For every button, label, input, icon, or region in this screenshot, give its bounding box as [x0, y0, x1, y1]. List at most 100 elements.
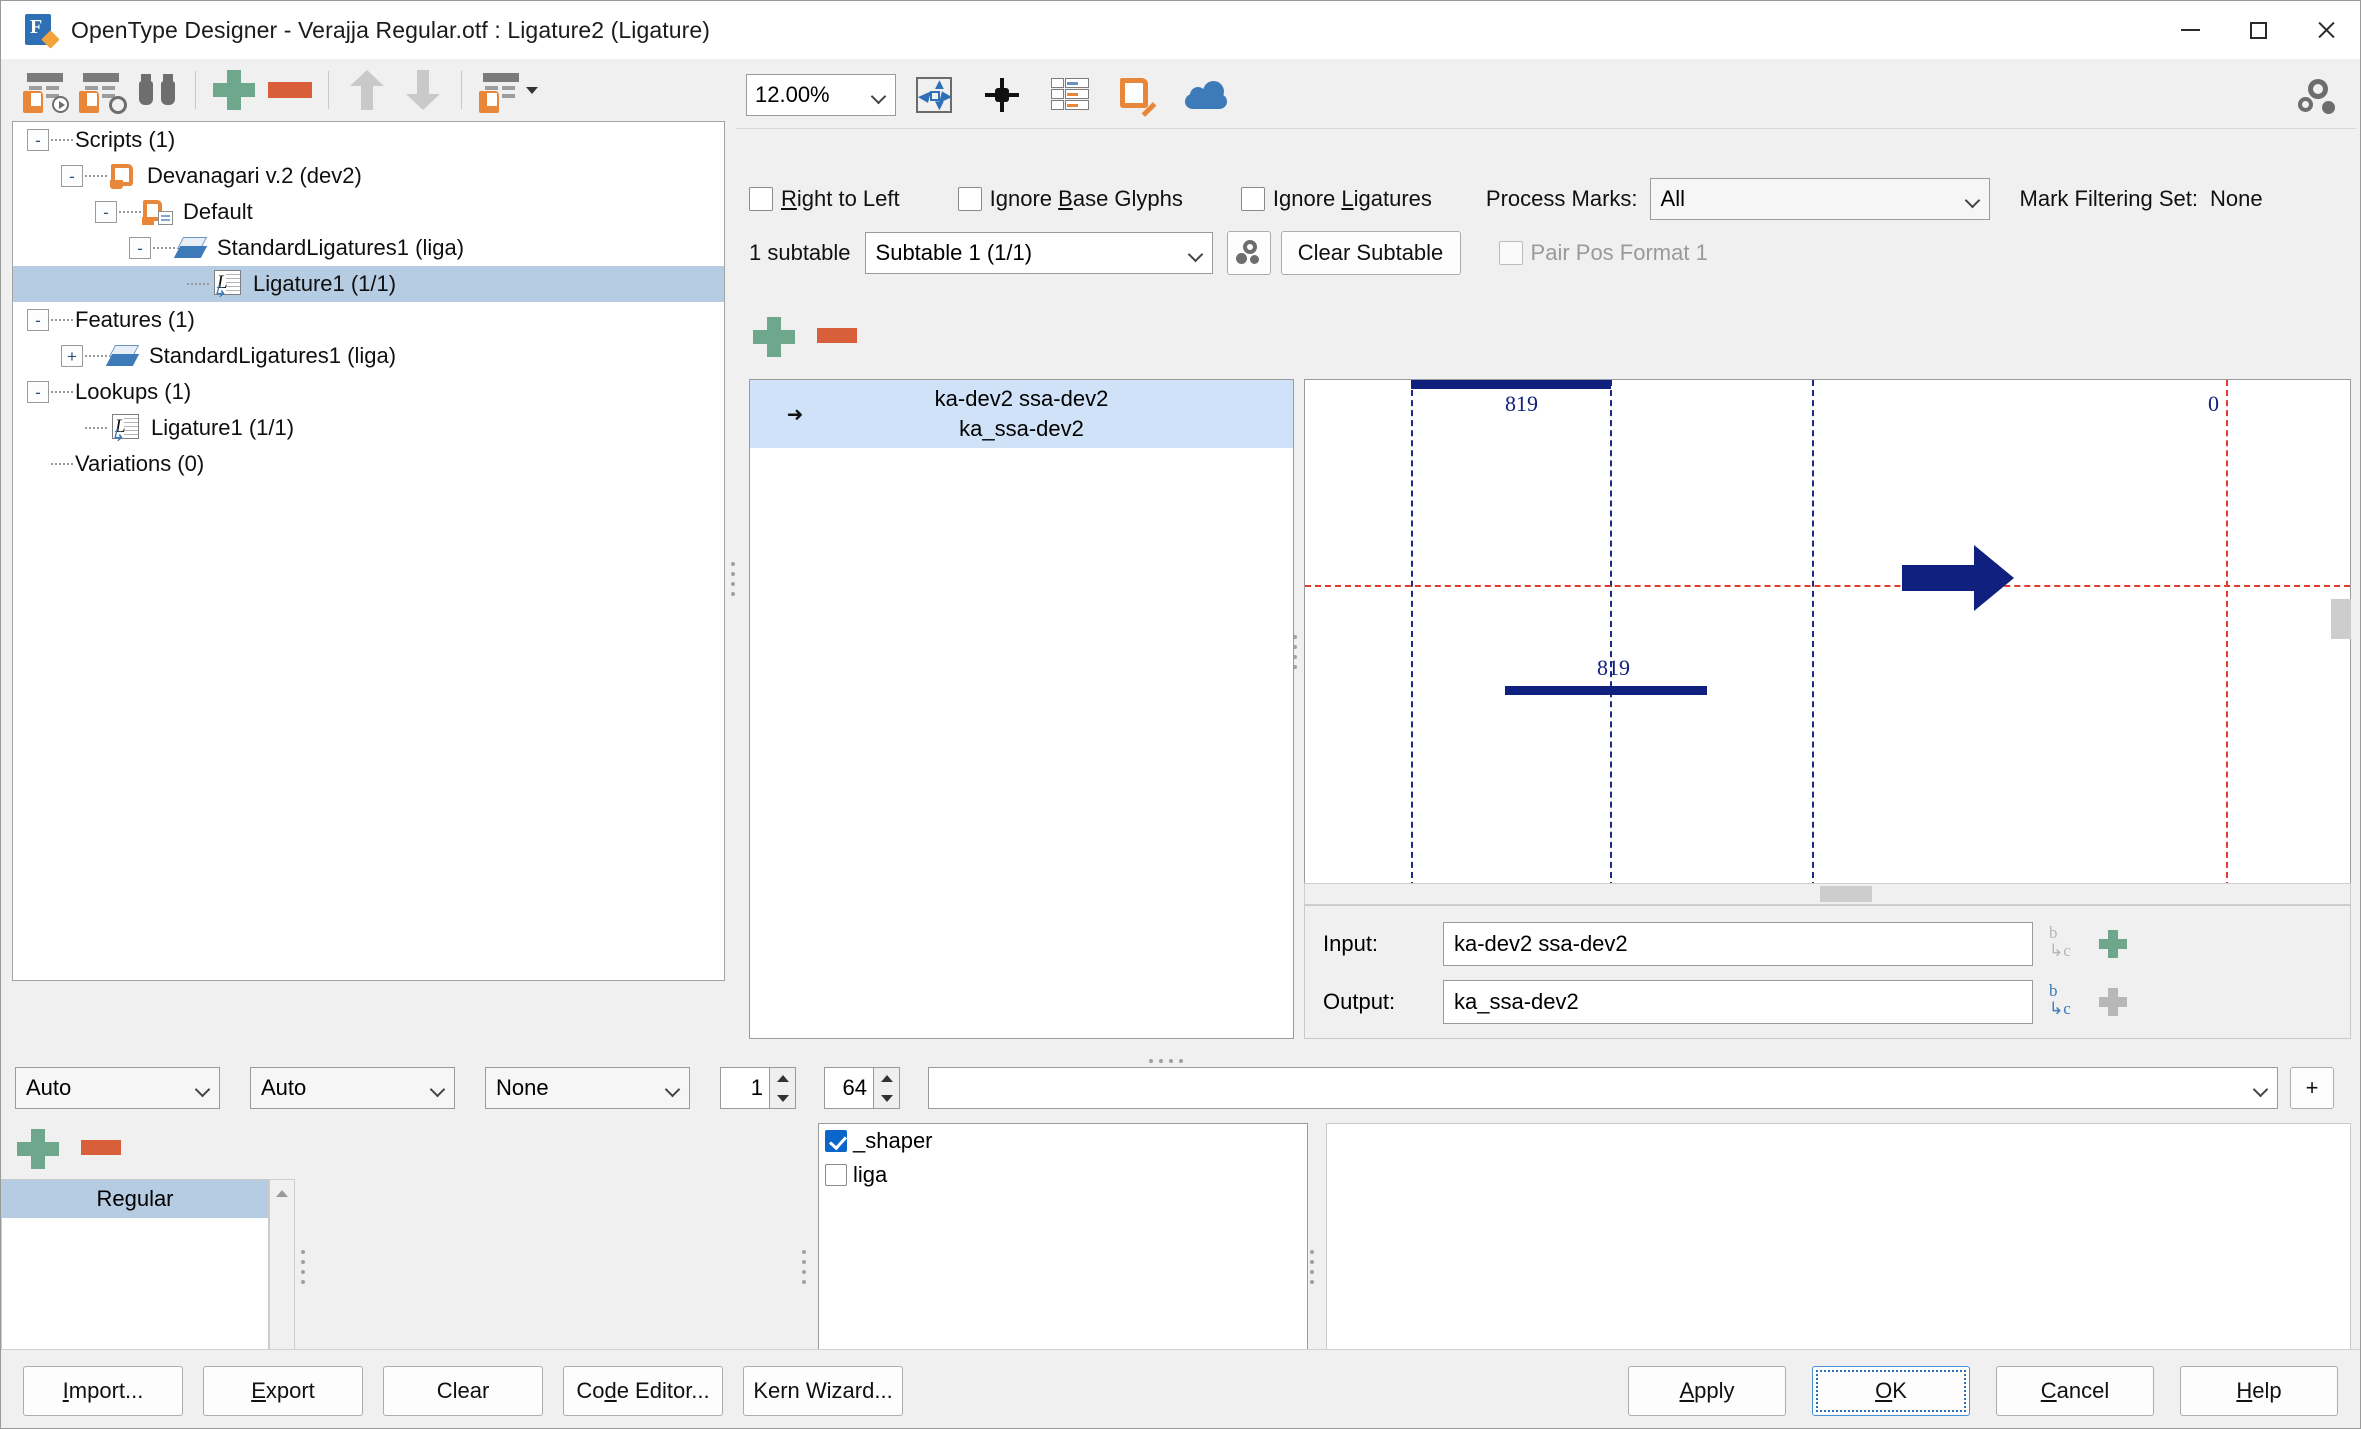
pair-pos-format-checkbox[interactable] — [1499, 241, 1523, 265]
arrow-glyph — [1902, 543, 2014, 613]
input-field[interactable]: ka-dev2 ssa-dev2 — [1443, 922, 2033, 966]
ignore-base-glyphs-checkbox[interactable] — [958, 187, 982, 211]
dialog-button[interactable]: Apply — [1628, 1366, 1786, 1416]
spinner-down-icon[interactable] — [874, 1088, 899, 1108]
tree-toggle[interactable]: + — [61, 345, 83, 367]
tree-node[interactable]: -Devanagari v.2 (dev2) — [13, 158, 724, 194]
dialog-button[interactable]: Clear — [383, 1366, 543, 1416]
add-icon[interactable] — [2099, 930, 2127, 958]
tree-node[interactable]: Variations (0) — [13, 446, 724, 482]
list-splitter[interactable] — [1131, 1055, 1201, 1067]
tree-node[interactable]: -Lookups (1) — [13, 374, 724, 410]
add-icon[interactable] — [2099, 988, 2127, 1016]
list-item[interactable]: _shaper — [819, 1124, 1307, 1158]
spinner-1[interactable]: 1 — [720, 1067, 796, 1109]
tree-node[interactable]: -Default — [13, 194, 724, 230]
table-view-icon[interactable] — [1040, 69, 1100, 121]
tree-toggle[interactable]: - — [27, 381, 49, 403]
show-glyphs-icon[interactable] — [17, 65, 73, 115]
close-button[interactable] — [2292, 1, 2360, 59]
add-icon[interactable] — [17, 1129, 55, 1165]
bc-glyph-icon[interactable]: b↳c — [2049, 982, 2085, 1022]
feature-checkbox[interactable] — [825, 1164, 847, 1186]
input-label: Input: — [1323, 931, 1443, 957]
tree-node[interactable]: -Scripts (1) — [13, 122, 724, 158]
right-to-left-checkbox[interactable] — [749, 187, 773, 211]
masters-splitter[interactable] — [297, 1239, 309, 1295]
button-label: OK — [1875, 1378, 1907, 1404]
tree-node[interactable]: L↳Ligature1 (1/1) — [13, 410, 724, 446]
combo-2[interactable]: Auto — [250, 1067, 455, 1109]
list-item[interactable]: liga — [819, 1158, 1307, 1192]
fit-to-window-icon[interactable]: ▲ ▼ ◀ ▶ — [904, 69, 964, 121]
move-down-icon[interactable] — [395, 65, 451, 115]
tree-toggle[interactable]: - — [27, 129, 49, 151]
tree-node[interactable]: -Features (1) — [13, 302, 724, 338]
add-icon[interactable] — [206, 65, 262, 115]
feature-checkbox[interactable] — [825, 1130, 847, 1152]
dialog-button[interactable]: Export — [203, 1366, 363, 1416]
subtable-combo[interactable]: Subtable 1 (1/1) — [865, 232, 1213, 274]
spinner-2-buttons[interactable] — [874, 1067, 900, 1109]
zoom-combo[interactable]: 12.00% — [746, 74, 896, 116]
subtable-settings-button[interactable] — [1227, 231, 1271, 275]
list-item[interactable]: ➜ ka-dev2 ssa-dev2 ka_ssa-dev2 — [750, 380, 1293, 448]
tree-toggle[interactable]: - — [61, 165, 83, 187]
features-splitter-left[interactable] — [798, 1239, 810, 1295]
input-row: Input: ka-dev2 ssa-dev2 b↳c — [1323, 920, 2340, 968]
dialog-button[interactable]: OK — [1812, 1366, 1970, 1416]
add-icon[interactable] — [753, 317, 791, 353]
lookup-tree[interactable]: -Scripts (1)-Devanagari v.2 (dev2)-Defau… — [12, 121, 725, 981]
wide-combo[interactable] — [928, 1067, 2278, 1109]
ligature-list[interactable]: ➜ ka-dev2 ssa-dev2 ka_ssa-dev2 — [749, 379, 1294, 1039]
scrollbar-thumb[interactable] — [1820, 886, 1872, 902]
add-row-button[interactable]: + — [2290, 1067, 2334, 1109]
canvas-horizontal-scrollbar[interactable] — [1304, 883, 2351, 905]
advance-bar-top — [1411, 380, 1611, 389]
tree-node[interactable]: +StandardLigatures1 (liga) — [13, 338, 724, 374]
settings-gears-icon[interactable] — [2298, 75, 2342, 119]
output-field[interactable]: ka_ssa-dev2 — [1443, 980, 2033, 1024]
remove-icon[interactable] — [817, 328, 857, 343]
center-target-icon[interactable] — [972, 69, 1032, 121]
tree-node[interactable]: -StandardLigatures1 (liga) — [13, 230, 724, 266]
clear-subtable-button[interactable]: Clear Subtable — [1281, 231, 1461, 275]
list-item[interactable]: Regular — [2, 1180, 268, 1218]
bc-glyph-icon[interactable]: b↳c — [2049, 924, 2085, 964]
spinner-up-icon[interactable] — [770, 1068, 795, 1088]
edit-page-icon[interactable] — [1108, 69, 1168, 121]
spinner-up-icon[interactable] — [874, 1068, 899, 1088]
dialog-button[interactable]: Code Editor... — [563, 1366, 723, 1416]
language-icon — [143, 199, 173, 225]
remove-icon[interactable] — [81, 1140, 121, 1155]
spinner-2[interactable]: 64 — [824, 1067, 900, 1109]
remove-icon[interactable] — [262, 65, 318, 115]
combo-3[interactable]: None — [485, 1067, 690, 1109]
tree-toggle[interactable]: - — [95, 201, 117, 223]
spinner-2-value[interactable]: 64 — [824, 1067, 874, 1109]
scroll-up-icon[interactable] — [270, 1180, 294, 1206]
tree-toggle[interactable]: - — [27, 309, 49, 331]
dialog-button[interactable]: Import... — [23, 1366, 183, 1416]
cloud-icon[interactable] — [1176, 69, 1236, 121]
dialog-button[interactable]: Help — [2180, 1366, 2338, 1416]
minimize-button[interactable] — [2156, 1, 2224, 59]
dialog-button[interactable]: Kern Wizard... — [743, 1366, 903, 1416]
move-up-icon[interactable] — [339, 65, 395, 115]
find-glyph-icon[interactable] — [73, 65, 129, 115]
dialog-button[interactable]: Cancel — [1996, 1366, 2154, 1416]
binoculars-icon[interactable] — [129, 65, 185, 115]
spinner-1-value[interactable]: 1 — [720, 1067, 770, 1109]
left-splitter[interactable] — [727, 559, 739, 599]
spinner-1-buttons[interactable] — [770, 1067, 796, 1109]
spinner-down-icon[interactable] — [770, 1088, 795, 1108]
tree-node[interactable]: L↳Ligature1 (1/1) — [13, 266, 724, 302]
ignore-ligatures-checkbox[interactable] — [1241, 187, 1265, 211]
canvas-vertical-scrollbar[interactable] — [2331, 599, 2351, 639]
process-marks-combo[interactable]: All — [1650, 178, 1990, 220]
tree-toggle[interactable]: - — [129, 237, 151, 259]
combo-1[interactable]: Auto — [15, 1067, 220, 1109]
glyph-preview-canvas[interactable]: 819 0 819 — [1304, 379, 2351, 889]
glyph-list-menu-icon[interactable] — [472, 65, 546, 115]
maximize-button[interactable] — [2224, 1, 2292, 59]
